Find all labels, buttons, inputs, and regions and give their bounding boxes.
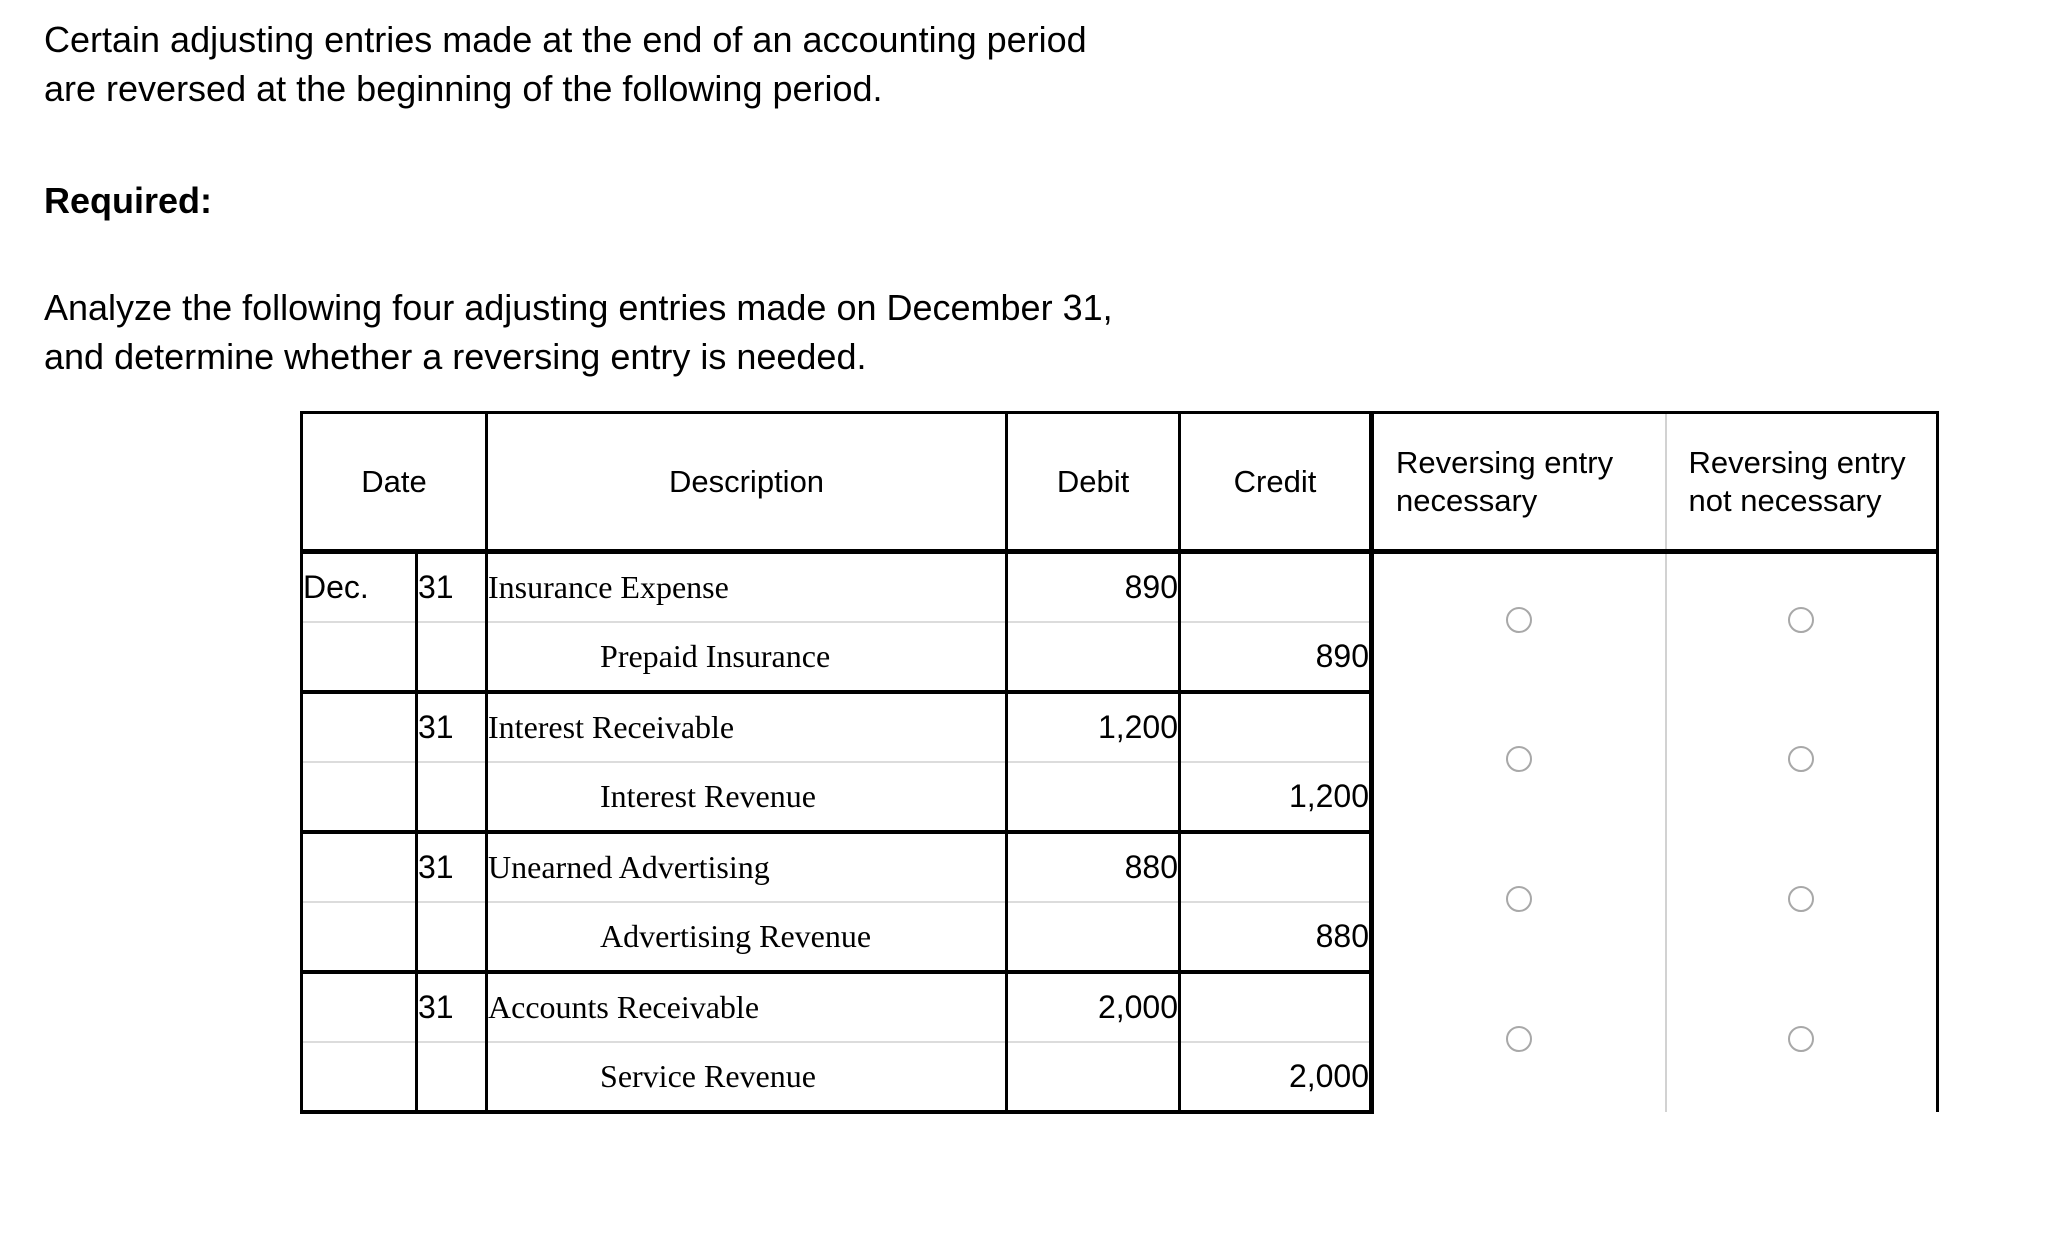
- cell-day: 31: [414, 551, 487, 623]
- cell-credit-amount: 2,000: [1178, 1042, 1372, 1114]
- radio-reversing-not-necessary-entry-1[interactable]: [1664, 551, 1940, 692]
- cell-debit-account: Interest Receivable: [485, 692, 1007, 763]
- question-page: Certain adjusting entries made at the en…: [0, 0, 2046, 1252]
- table-row: 31 Accounts Receivable 2,000: [300, 972, 1940, 1112]
- radio-button-icon[interactable]: [1506, 1026, 1533, 1052]
- cell-debit-account: Accounts Receivable: [485, 972, 1007, 1043]
- cell-debit-amount: 1,200: [1005, 692, 1180, 763]
- table-header: Date Description Debit Credit Reversing …: [299, 411, 1940, 554]
- radio-reversing-not-necessary-entry-3[interactable]: [1664, 832, 1940, 972]
- radio-button-icon[interactable]: [1788, 1026, 1815, 1052]
- cell-debit-amount: 890: [1005, 551, 1180, 623]
- radio-button-icon[interactable]: [1788, 607, 1815, 633]
- cell-credit-amount: 880: [1178, 902, 1372, 974]
- cell-month: [300, 692, 417, 763]
- table-row: 31 Interest Receivable 1,200: [300, 692, 1940, 832]
- cell-day: 31: [414, 692, 487, 763]
- cell-day: 31: [414, 832, 487, 903]
- cell-credit-amount: 890: [1178, 622, 1372, 694]
- radio-reversing-not-necessary-entry-4[interactable]: [1664, 972, 1940, 1112]
- table-body: Dec. 31 Insurance Expense 890 Prepaid In…: [300, 551, 1940, 1114]
- cell-credit-amount-empty: [1178, 551, 1372, 623]
- cell-debit-amount-empty: [1005, 1042, 1180, 1114]
- column-header-debit: Debit: [1005, 411, 1180, 554]
- radio-reversing-not-necessary-entry-2[interactable]: [1664, 692, 1940, 832]
- radio-button-icon[interactable]: [1506, 746, 1533, 772]
- radio-button-icon[interactable]: [1788, 886, 1815, 912]
- cell-credit-account: Prepaid Insurance: [485, 622, 1007, 694]
- cell-month: [300, 972, 417, 1043]
- cell-debit-amount-empty: [1005, 622, 1180, 694]
- column-header-reversing-not-necessary: Reversing entry not necessary: [1664, 411, 1940, 554]
- journal-entry-table: Date Description Debit Credit Reversing …: [299, 411, 1940, 1114]
- cell-day-empty: [414, 622, 487, 694]
- column-header-reversing-necessary: Reversing entry necessary: [1369, 411, 1666, 554]
- cell-day: 31: [414, 972, 487, 1043]
- cell-month-empty: [300, 622, 417, 694]
- intro-paragraph: Certain adjusting entries made at the en…: [44, 19, 1087, 109]
- column-header-credit: Credit: [1178, 411, 1372, 554]
- cell-debit-amount: 880: [1005, 832, 1180, 903]
- table-row: 31 Unearned Advertising 880: [300, 832, 1940, 972]
- radio-reversing-necessary-entry-1[interactable]: [1369, 551, 1666, 692]
- radio-reversing-necessary-entry-2[interactable]: [1369, 692, 1666, 832]
- cell-credit-amount-empty: [1178, 692, 1372, 763]
- task-paragraph: Analyze the following four adjusting ent…: [44, 287, 1113, 377]
- cell-debit-amount: 2,000: [1005, 972, 1180, 1043]
- cell-debit-account: Unearned Advertising: [485, 832, 1007, 903]
- cell-credit-amount-empty: [1178, 972, 1372, 1043]
- column-header-date: Date: [299, 411, 487, 554]
- radio-button-icon[interactable]: [1788, 746, 1815, 772]
- cell-credit-amount: 1,200: [1178, 762, 1372, 834]
- table-row: Dec. 31 Insurance Expense 890: [300, 551, 1940, 692]
- journal-entry-table-wrapper: Date Description Debit Credit Reversing …: [299, 411, 1940, 1114]
- cell-month-empty: [300, 1042, 417, 1114]
- cell-debit-amount-empty: [1005, 762, 1180, 834]
- cell-day-empty: [414, 762, 487, 834]
- radio-reversing-necessary-entry-3[interactable]: [1369, 832, 1666, 972]
- required-label: Required:: [44, 180, 213, 221]
- cell-month-empty: [300, 902, 417, 974]
- cell-month: Dec.: [300, 551, 417, 623]
- cell-credit-account: Advertising Revenue: [485, 902, 1007, 974]
- radio-button-icon[interactable]: [1506, 886, 1533, 912]
- radio-button-icon[interactable]: [1506, 607, 1533, 633]
- cell-month: [300, 832, 417, 903]
- cell-debit-amount-empty: [1005, 902, 1180, 974]
- cell-credit-account: Service Revenue: [485, 1042, 1007, 1114]
- cell-debit-account: Insurance Expense: [485, 551, 1007, 623]
- cell-day-empty: [414, 1042, 487, 1114]
- table-header-row: Date Description Debit Credit Reversing …: [299, 411, 1940, 554]
- column-header-description: Description: [485, 411, 1007, 554]
- radio-reversing-necessary-entry-4[interactable]: [1369, 972, 1666, 1112]
- cell-month-empty: [300, 762, 417, 834]
- cell-credit-amount-empty: [1178, 832, 1372, 903]
- cell-day-empty: [414, 902, 487, 974]
- cell-credit-account: Interest Revenue: [485, 762, 1007, 834]
